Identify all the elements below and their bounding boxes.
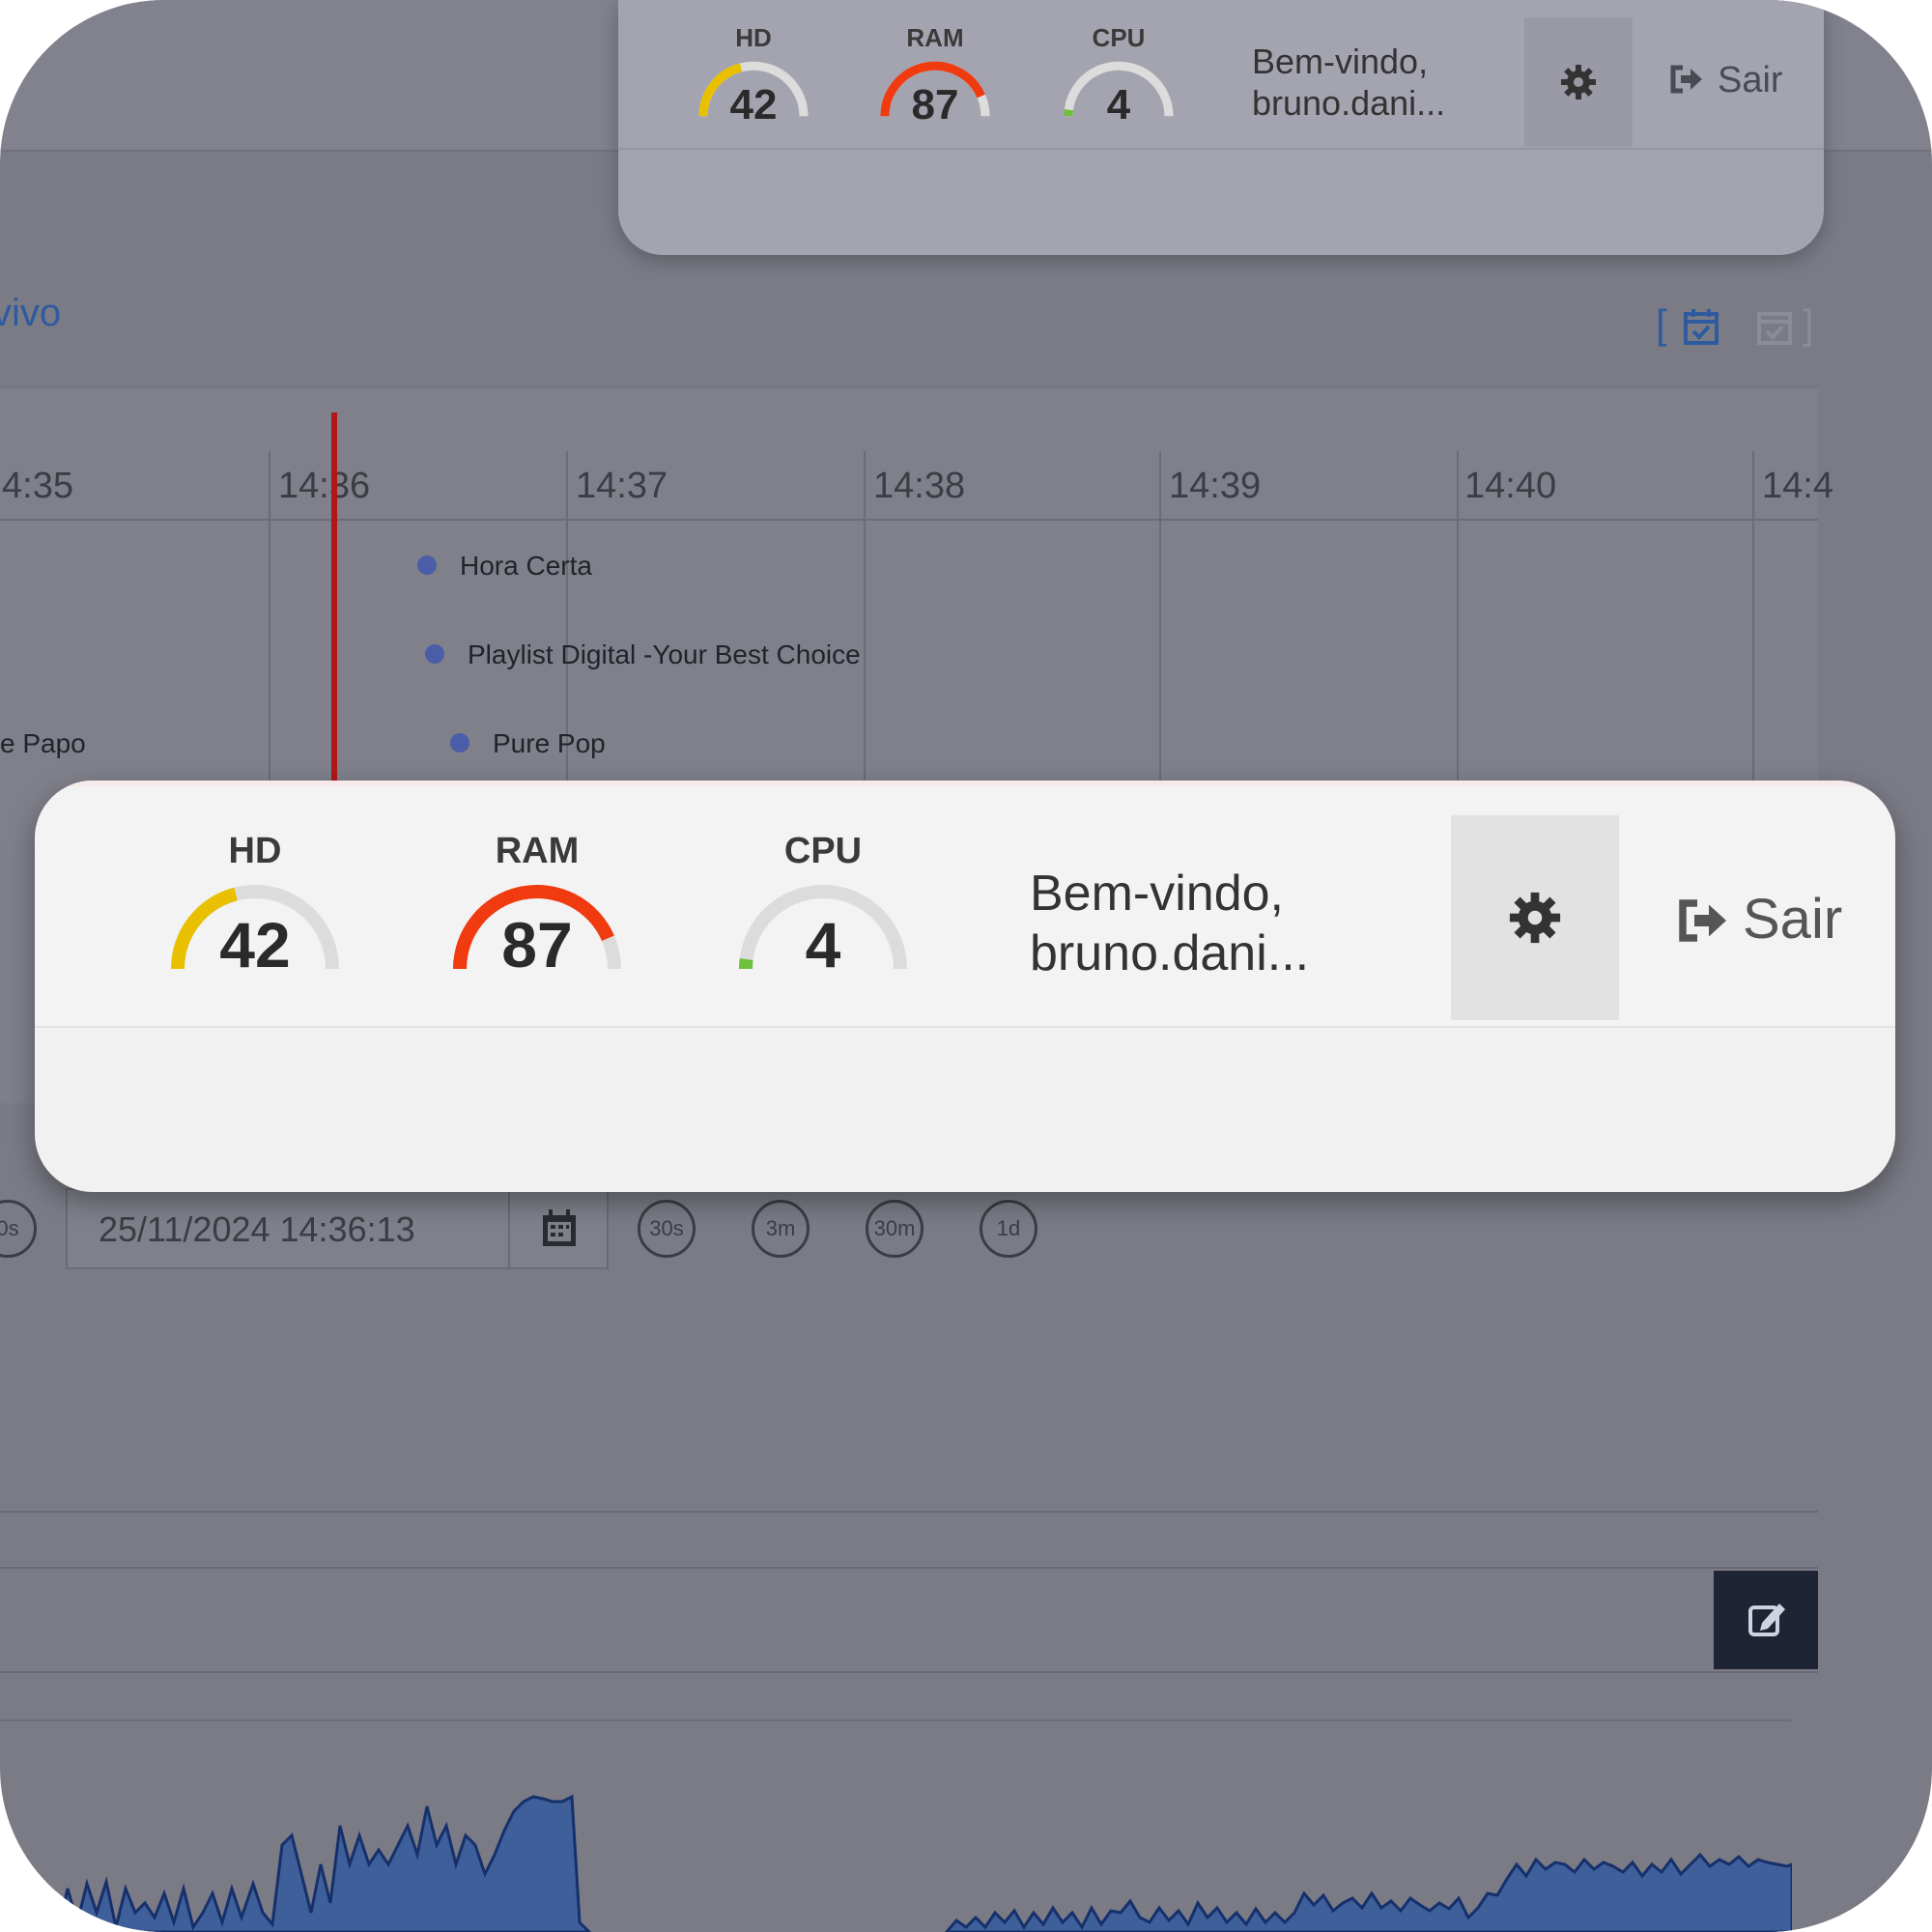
edit-icon <box>1748 1604 1785 1636</box>
calendar-check-icon[interactable] <box>1683 307 1719 355</box>
tick-label: 14:36 <box>278 466 371 506</box>
header-preview-panel: HD 42 RAM 87 CPU 4 Bem-vindo, bruno.dani… <box>618 0 1824 255</box>
header-zoom-panel: HD 42 RAM 87 CPU 4 Bem-vindo, bruno.dani… <box>35 781 1895 1192</box>
calendar-icon[interactable] <box>508 1190 607 1267</box>
datetime-field[interactable]: 25/11/2024 14:36:13 <box>66 1188 609 1269</box>
forward-30m-button[interactable]: 30m <box>866 1200 923 1258</box>
timeline-event[interactable]: Playlist Digital -Your Best Choice <box>425 639 861 670</box>
timeline-event[interactable]: Hora Certa <box>417 551 592 582</box>
cpu-gauge: CPU 4 <box>726 831 920 980</box>
gauge-label: CPU <box>783 831 863 871</box>
forward-30s-button[interactable]: 30s <box>638 1200 696 1258</box>
cpu-gauge: CPU 4 <box>1051 23 1186 128</box>
calendar-check-icon-secondary[interactable] <box>1756 307 1793 355</box>
logout-label: Sair <box>1743 888 1843 951</box>
gauge-label: CPU <box>1092 23 1146 52</box>
tick-label: 4:35 <box>2 466 73 506</box>
audio-level-graph <box>56 1794 1792 1932</box>
gauge-value: 87 <box>911 81 959 128</box>
datetime-value: 25/11/2024 14:36:13 <box>99 1209 415 1249</box>
screenshot-frame: vivo [ ] 4:35 14:36 14:37 14:38 14:39 14… <box>0 0 1932 1932</box>
rewind-button[interactable]: 0s <box>0 1200 37 1258</box>
divider <box>0 1511 1818 1513</box>
forward-3m-button[interactable]: 3m <box>752 1200 810 1258</box>
edit-button[interactable] <box>1714 1571 1818 1669</box>
event-label: Playlist Digital -Your Best Choice <box>468 639 861 669</box>
gear-icon <box>1509 892 1561 944</box>
calendar-toggle-group: [ ] <box>1656 301 1820 348</box>
gauge-label: HD <box>735 23 772 52</box>
logout-button[interactable]: Sair <box>1677 887 1842 952</box>
hd-gauge: HD 42 <box>686 23 821 128</box>
forward-1d-button[interactable]: 1d <box>980 1200 1037 1258</box>
sign-out-icon <box>1670 65 1702 94</box>
logout-label: Sair <box>1718 60 1783 100</box>
welcome-message: Bem-vindo, bruno.dani... <box>1030 864 1309 984</box>
ram-gauge: RAM 87 <box>440 831 634 980</box>
ram-gauge: RAM 87 <box>867 23 1003 128</box>
tick-label: 14:40 <box>1464 466 1557 506</box>
gauge-value: 42 <box>729 81 778 128</box>
tick-label: 14:39 <box>1169 466 1262 506</box>
settings-button[interactable] <box>1451 815 1619 1020</box>
welcome-message: Bem-vindo, bruno.dani... <box>1252 41 1445 124</box>
hd-gauge: HD 42 <box>158 831 352 980</box>
header-bar: HD 42 RAM 87 CPU 4 Bem-vindo, bruno.dani… <box>35 781 1895 1028</box>
timeline-event-cut[interactable]: e Papo <box>0 728 86 759</box>
header-bar: HD 42 RAM 87 CPU 4 Bem-vindo, bruno.dani… <box>618 0 1824 150</box>
time-controls: 0s 25/11/2024 14:36:13 30s 3m 30m 1d <box>0 1188 1159 1275</box>
event-label: Hora Certa <box>460 551 592 581</box>
tick-label: 14:4 <box>1762 466 1833 506</box>
gauge-value: 87 <box>501 909 573 980</box>
bracket-open: [ <box>1656 301 1667 347</box>
event-dot <box>425 643 444 664</box>
sign-out-icon <box>1679 898 1726 942</box>
timeline-event[interactable]: Pure Pop <box>450 728 606 759</box>
gauge-value: 4 <box>805 909 841 980</box>
section-title: vivo <box>0 292 62 334</box>
username: bruno.dani... <box>1030 925 1310 982</box>
logout-button[interactable]: Sair <box>1669 60 1783 101</box>
gauge-label: RAM <box>906 23 964 52</box>
gear-icon <box>1561 65 1596 99</box>
welcome-line: Bem-vindo, <box>1252 42 1429 81</box>
gauge-value: 4 <box>1106 81 1131 128</box>
timeline-axis <box>0 519 1818 521</box>
tick-label: 14:37 <box>576 466 668 506</box>
event-label: Pure Pop <box>493 728 606 758</box>
event-dot <box>417 554 437 575</box>
bracket-close: ] <box>1803 301 1814 347</box>
settings-button[interactable] <box>1524 17 1633 147</box>
welcome-line: Bem-vindo, <box>1030 866 1284 922</box>
event-dot <box>450 732 469 753</box>
chart-header <box>0 1567 1818 1673</box>
gauge-value: 42 <box>219 909 291 980</box>
gauge-label: HD <box>228 831 282 871</box>
username: bruno.dani... <box>1252 83 1446 124</box>
tick-label: 14:38 <box>873 466 966 506</box>
gauge-label: RAM <box>495 831 580 871</box>
